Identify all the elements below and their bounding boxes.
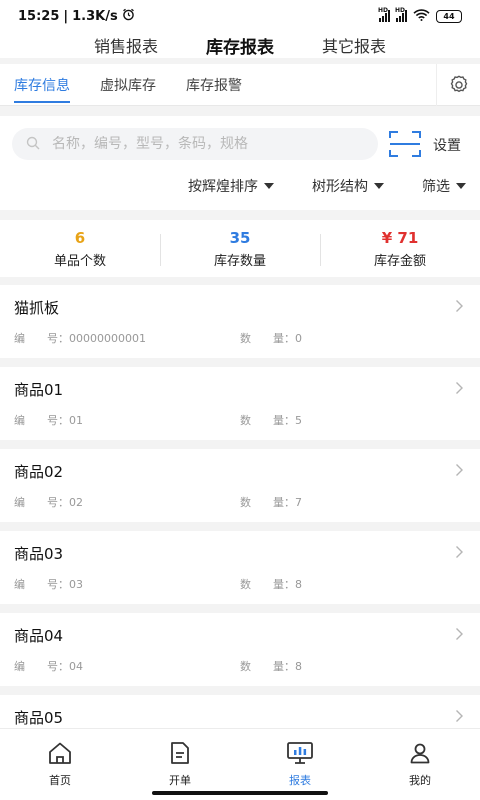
chevron-right-icon — [455, 298, 464, 317]
nav-mine[interactable]: 我的 — [360, 729, 480, 800]
nav-label: 开单 — [169, 774, 191, 787]
summary-label: 库存数量 — [213, 254, 266, 269]
product-list: 猫抓板 编 号：00000000001 数 量：0 商品01 编 号：01 数 … — [0, 285, 480, 777]
inventory-summary: 6 单品个数 35 库存数量 ¥ 71 库存金额 — [0, 220, 480, 277]
list-item[interactable]: 商品04 编 号：04 数 量：8 — [0, 613, 480, 686]
product-quantity: 数 量：0 — [240, 332, 302, 345]
report-type-tabs: 销售报表 库存报表 其它报表 — [0, 32, 480, 58]
tab-other-report[interactable]: 其它报表 — [322, 33, 386, 57]
nav-label: 首页 — [49, 774, 71, 787]
caret-down-icon — [264, 183, 274, 189]
search-icon — [26, 135, 40, 154]
tab-inventory-info[interactable]: 库存信息 — [0, 64, 70, 106]
product-name: 商品02 — [14, 463, 64, 481]
product-code: 编 号：02 — [14, 496, 83, 509]
product-quantity: 数 量：8 — [240, 578, 302, 591]
tab-sales-report[interactable]: 销售报表 — [94, 33, 158, 57]
bottom-navigation: 首页 开单 报表 我的 — [0, 728, 480, 800]
wifi-icon — [413, 8, 430, 24]
product-code: 编 号：03 — [14, 578, 83, 591]
nav-label: 我的 — [409, 774, 431, 787]
home-icon — [47, 741, 73, 768]
tab-inventory-report[interactable]: 库存报表 — [206, 33, 274, 58]
search-input[interactable] — [52, 136, 352, 152]
chevron-right-icon — [455, 544, 464, 563]
inventory-subtabs: 库存信息 虚拟库存 库存报警 — [0, 64, 480, 106]
search-bar[interactable] — [12, 128, 378, 160]
nav-label: 报表 — [289, 774, 311, 787]
summary-label: 单品个数 — [53, 254, 106, 269]
document-icon — [169, 741, 191, 768]
summary-stock-quantity: 35 库存数量 — [160, 228, 320, 269]
scan-icon[interactable] — [389, 131, 421, 157]
summary-stock-amount: ¥ 71 库存金额 — [320, 228, 480, 269]
status-time: 15:25 — [18, 8, 60, 24]
product-code: 编 号：00000000001 — [14, 332, 146, 345]
sort-label: 按辉煌排序 — [188, 179, 258, 195]
product-quantity: 数 量：5 — [240, 414, 302, 427]
list-item[interactable]: 商品02 编 号：02 数 量：7 — [0, 449, 480, 522]
filter-dropdown[interactable]: 筛选 — [422, 176, 466, 196]
network-speed: 1.3K/s — [72, 8, 118, 24]
signal-icon-2: HD — [395, 7, 407, 22]
summary-value: 6 — [74, 229, 86, 247]
user-icon — [408, 741, 432, 768]
nav-home[interactable]: 首页 — [0, 729, 120, 800]
filter-label: 筛选 — [422, 179, 450, 195]
nav-reports[interactable]: 报表 — [240, 729, 360, 800]
summary-item-count: 6 单品个数 — [0, 228, 160, 269]
summary-label: 库存金额 — [373, 254, 426, 269]
product-name: 商品05 — [14, 709, 64, 727]
tree-structure-dropdown[interactable]: 树形结构 — [312, 176, 384, 196]
list-item[interactable]: 商品03 编 号：03 数 量：8 — [0, 531, 480, 604]
chevron-right-icon — [455, 708, 464, 727]
summary-value: ¥ 71 — [381, 229, 419, 247]
chevron-right-icon — [455, 626, 464, 645]
product-code: 编 号：04 — [14, 660, 83, 673]
chevron-right-icon — [455, 462, 464, 481]
product-name: 商品03 — [14, 545, 64, 563]
chevron-right-icon — [455, 380, 464, 399]
caret-down-icon — [374, 183, 384, 189]
sort-dropdown[interactable]: 按辉煌排序 — [188, 176, 274, 196]
tab-inventory-alert[interactable]: 库存报警 — [172, 64, 242, 106]
list-item[interactable]: 猫抓板 编 号：00000000001 数 量：0 — [0, 285, 480, 358]
settings-button[interactable]: 设置 — [433, 135, 461, 155]
caret-down-icon — [456, 183, 466, 189]
tree-label: 树形结构 — [312, 179, 368, 195]
list-item[interactable]: 商品01 编 号：01 数 量：5 — [0, 367, 480, 440]
battery-icon: 44 — [436, 9, 462, 23]
product-name: 商品01 — [14, 381, 64, 399]
summary-value: 35 — [229, 229, 251, 247]
signal-icon: HD — [378, 7, 390, 22]
product-quantity: 数 量：7 — [240, 496, 302, 509]
status-bar: 15:25 | 1.3K/s HD HD 44 — [0, 0, 480, 32]
gear-icon[interactable] — [436, 64, 480, 106]
search-filter-panel: 设置 按辉煌排序 树形结构 筛选 — [0, 116, 480, 210]
tab-virtual-inventory[interactable]: 虚拟库存 — [86, 64, 156, 106]
nav-create-order[interactable]: 开单 — [120, 729, 240, 800]
product-name: 商品04 — [14, 627, 64, 645]
filter-row: 按辉煌排序 树形结构 筛选 — [188, 176, 466, 196]
home-indicator[interactable] — [152, 791, 328, 795]
product-quantity: 数 量：8 — [240, 660, 302, 673]
alarm-clock-icon — [122, 8, 135, 25]
product-name: 猫抓板 — [14, 299, 60, 317]
product-code: 编 号：01 — [14, 414, 83, 427]
report-icon — [286, 741, 314, 768]
